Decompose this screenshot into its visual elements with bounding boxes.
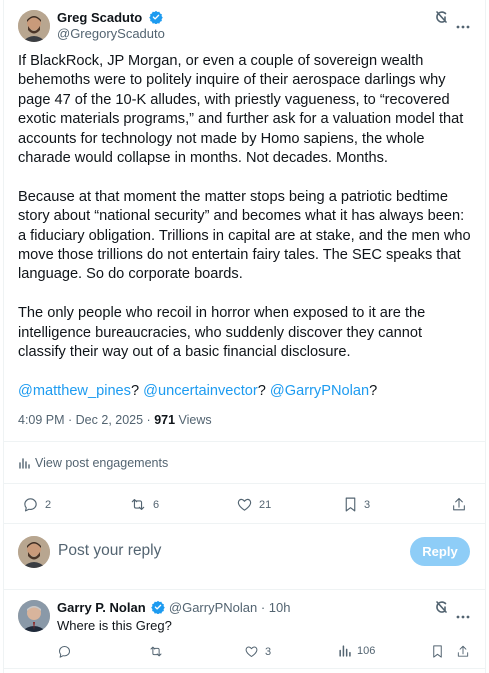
reply-views-count: 106	[357, 644, 376, 657]
analytics-icon	[339, 645, 351, 657]
reply-input-placeholder: Post your reply	[58, 542, 162, 559]
author-name[interactable]: Greg Scaduto	[57, 10, 142, 25]
reply-like-count: 3	[265, 645, 272, 658]
heart-icon	[245, 646, 258, 657]
reply-author-avatar[interactable]	[18, 600, 50, 632]
composer-avatar	[18, 536, 50, 568]
reply-author-name[interactable]: Garry P. Nolan	[57, 600, 146, 615]
reply-header: Garry P. Nolan @GarryPNolan · 10h	[57, 600, 291, 616]
reply-like-action[interactable]: 3	[244, 644, 271, 659]
share-action[interactable]	[451, 496, 467, 513]
reply-text: Where is this Greg?	[57, 618, 172, 633]
reply-reply-action[interactable]	[57, 644, 78, 659]
author-block: Greg Scaduto @GregoryScaduto	[57, 10, 165, 42]
mention-link[interactable]: @GarryPNolan	[270, 383, 369, 399]
more-options-icon[interactable]	[456, 16, 470, 29]
reply-button[interactable]: Reply	[410, 537, 470, 566]
reply-icon	[24, 498, 37, 512]
grok-icon[interactable]	[434, 600, 448, 614]
post-timestamp[interactable]: 4:09 PM · Dec 2, 2025 ·	[18, 413, 154, 427]
bookmark-action[interactable]: 3	[343, 496, 370, 513]
verified-badge-icon	[151, 600, 166, 614]
divider	[4, 589, 485, 590]
heart-icon	[237, 498, 252, 511]
divider	[4, 523, 485, 524]
divider	[4, 668, 485, 669]
analytics-icon	[19, 458, 30, 469]
views-label: Views	[175, 413, 212, 427]
post-body: If BlackRock, JP Morgan, or even a coupl…	[18, 52, 473, 421]
reply-share-action[interactable]	[456, 644, 470, 659]
post-paragraph: Because at that moment the matter stops …	[18, 188, 471, 283]
share-icon	[453, 497, 465, 511]
reply-bookmark-action[interactable]	[431, 644, 444, 659]
reply-count: 2	[45, 498, 52, 511]
mention-link[interactable]: @matthew_pines	[18, 383, 131, 399]
divider	[4, 483, 485, 484]
divider	[4, 441, 485, 442]
mention-separator: ?	[130, 382, 144, 399]
author-handle[interactable]: @GregoryScaduto	[57, 26, 165, 42]
repost-action[interactable]: 6	[129, 496, 159, 513]
view-engagements-label: View post engagements	[35, 456, 169, 470]
bookmark-icon	[345, 497, 356, 512]
repost-count: 6	[153, 498, 160, 511]
grok-icon[interactable]	[434, 10, 448, 24]
mention-separator: ?	[257, 382, 270, 399]
post-paragraph: The only people who recoil in horror whe…	[18, 305, 426, 361]
view-engagements-link[interactable]: View post engagements	[18, 456, 168, 470]
author-avatar[interactable]	[18, 10, 50, 42]
reply-input[interactable]: Post your reply	[58, 542, 161, 560]
share-icon	[457, 645, 469, 657]
mention-separator: ?	[369, 382, 378, 399]
reply-views-action[interactable]: 106	[338, 644, 375, 657]
verified-badge-icon	[148, 10, 163, 24]
post-meta: 4:09 PM · Dec 2, 2025 · 971 Views	[18, 413, 212, 427]
post-paragraph: If BlackRock, JP Morgan, or even a coupl…	[18, 53, 464, 167]
views-count: 971	[154, 413, 176, 427]
bookmark-count: 3	[364, 498, 371, 511]
like-count: 21	[259, 498, 272, 511]
reply-repost-action[interactable]	[148, 644, 170, 659]
mentions-line: @matthew_pines? @uncertainvector? @Garry…	[18, 382, 473, 401]
more-options-icon[interactable]	[456, 606, 470, 619]
reply-time[interactable]: · 10h	[261, 600, 291, 615]
like-action[interactable]: 21	[236, 496, 271, 513]
repost-icon	[131, 498, 145, 511]
reply-action[interactable]: 2	[22, 496, 51, 513]
bookmark-icon	[433, 645, 442, 658]
repost-icon	[150, 646, 162, 657]
mention-link[interactable]: @uncertainvector	[143, 383, 258, 399]
reply-icon	[59, 646, 70, 658]
reply-author-handle[interactable]: @GarryPNolan	[169, 600, 257, 615]
